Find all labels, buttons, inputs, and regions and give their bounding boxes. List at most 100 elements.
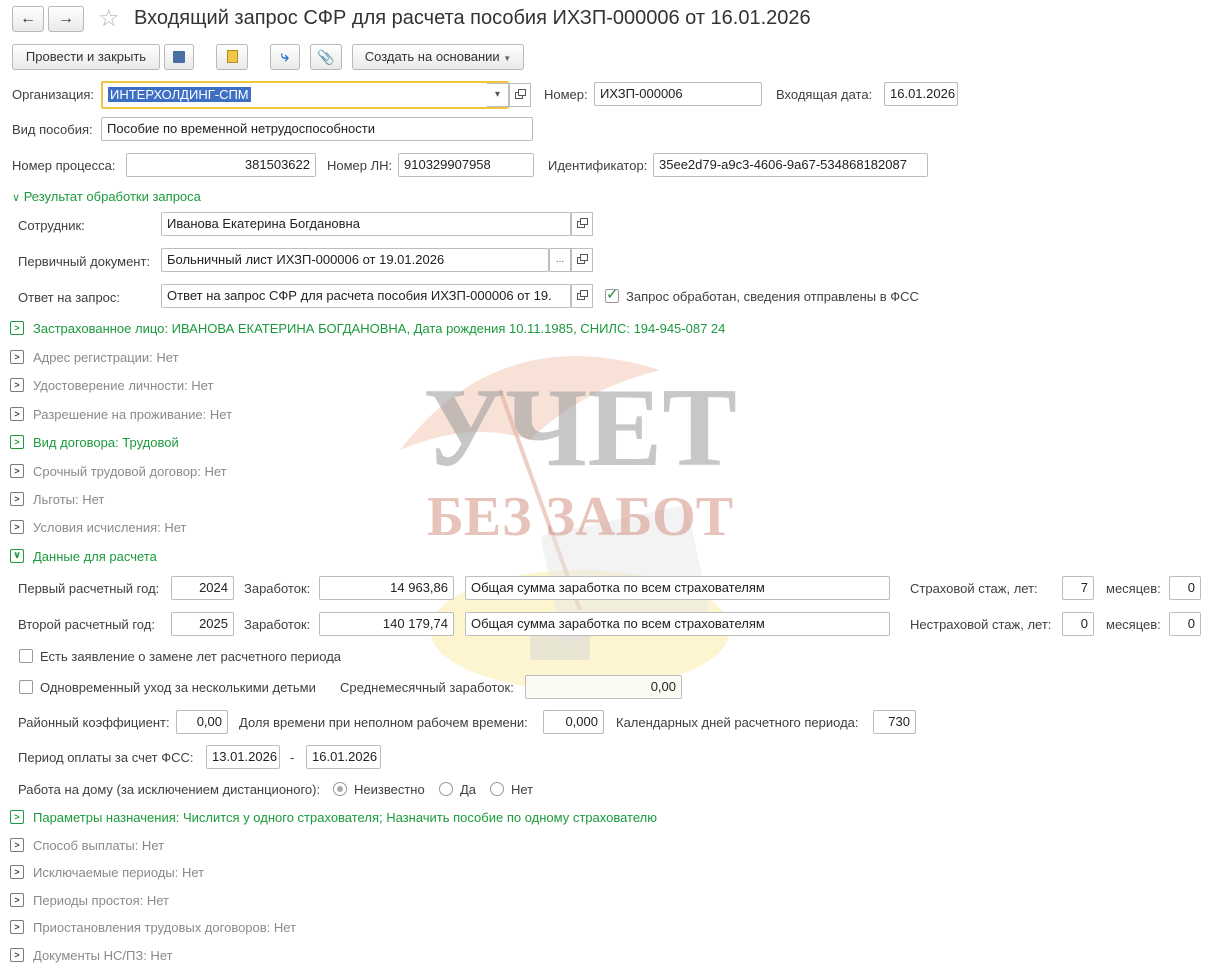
- insurance-months-field[interactable]: 0: [1169, 576, 1201, 600]
- home-work-label: Работа на дому (за исключением дистанцио…: [18, 782, 321, 797]
- params-toggle[interactable]: >: [10, 810, 24, 824]
- contract-toggle[interactable]: >: [10, 435, 24, 449]
- earnings1-desc-field[interactable]: Общая сумма заработка по всем страховате…: [465, 576, 890, 600]
- benefit-type-field[interactable]: Пособие по временной нетрудоспособности: [101, 117, 533, 141]
- non-insurance-years-label: Нестраховой стаж, лет:: [910, 617, 1052, 632]
- address-toggle[interactable]: >: [10, 350, 24, 364]
- create-based-on-button[interactable]: Создать на основании ▼: [352, 44, 524, 70]
- incoming-date-field[interactable]: 16.01.2026: [884, 82, 958, 106]
- primary-doc-select-button[interactable]: ...: [549, 248, 571, 272]
- employee-field[interactable]: Иванова Екатерина Богдановна: [161, 212, 571, 236]
- answer-field[interactable]: Ответ на запрос СФР для расчета пособия …: [161, 284, 571, 308]
- non-insurance-years-field[interactable]: 0: [1062, 612, 1094, 636]
- save-icon: [173, 51, 185, 63]
- processed-label: Запрос обработан, сведения отправлены в …: [626, 289, 919, 304]
- page-title: Входящий запрос СФР для расчета пособия …: [134, 7, 811, 29]
- fixed-term-toggle[interactable]: >: [10, 464, 24, 478]
- post-button[interactable]: [216, 44, 248, 70]
- docs-section-title[interactable]: Документы НС/ПЗ: Нет: [33, 948, 173, 964]
- document-post-icon: [226, 50, 238, 63]
- fixed-term-section-title[interactable]: Срочный трудовой договор: Нет: [33, 464, 227, 480]
- insured-toggle[interactable]: >: [10, 321, 24, 335]
- multi-child-checkbox[interactable]: [19, 680, 33, 694]
- payment-period-label: Период оплаты за счет ФСС:: [18, 750, 194, 765]
- home-unknown-label: Неизвестно: [354, 782, 425, 797]
- primary-doc-open-button[interactable]: [571, 248, 593, 272]
- calc-data-section-title[interactable]: Данные для расчета: [33, 549, 157, 565]
- avg-earnings-field[interactable]: 0,00: [525, 675, 682, 699]
- primary-doc-field[interactable]: Больничный лист ИХЗП-000006 от 19.01.202…: [161, 248, 549, 272]
- suspension-section-title[interactable]: Приостановления трудовых договоров: Нет: [33, 920, 296, 936]
- downtime-toggle[interactable]: >: [10, 893, 24, 907]
- number-field[interactable]: ИХЗП-000006: [594, 82, 762, 106]
- open-icon: [577, 218, 588, 228]
- avg-earnings-label: Среднемесячный заработок:: [340, 680, 514, 695]
- home-no-radio[interactable]: [490, 782, 504, 796]
- employee-label: Сотрудник:: [18, 218, 85, 233]
- period-to-field[interactable]: 16.01.2026: [306, 745, 381, 769]
- identity-toggle[interactable]: >: [10, 378, 24, 392]
- earnings2-desc-field[interactable]: Общая сумма заработка по всем страховате…: [465, 612, 890, 636]
- insured-section-title[interactable]: Застрахованное лицо: ИВАНОВА ЕКАТЕРИНА Б…: [33, 321, 725, 337]
- year1-field[interactable]: 2024: [171, 576, 234, 600]
- insurance-years-field[interactable]: 7: [1062, 576, 1094, 600]
- district-coef-field[interactable]: 0,00: [176, 710, 228, 734]
- residence-section-title[interactable]: Разрешение на проживание: Нет: [33, 407, 232, 423]
- payment-method-section-title[interactable]: Способ выплаты: Нет: [33, 838, 164, 854]
- open-icon: [577, 290, 588, 300]
- benefits-section-title[interactable]: Льготы: Нет: [33, 492, 104, 508]
- conditions-toggle[interactable]: >: [10, 520, 24, 534]
- number-label: Номер:: [544, 87, 588, 102]
- contract-section-title[interactable]: Вид договора: Трудовой: [33, 435, 179, 451]
- address-section-title[interactable]: Адрес регистрации: Нет: [33, 350, 179, 366]
- home-unknown-radio[interactable]: [333, 782, 347, 796]
- organization-value: ИНТЕРХОЛДИНГ-СПМ: [108, 87, 251, 102]
- earnings1-label: Заработок:: [244, 581, 311, 596]
- back-button[interactable]: ←: [12, 6, 44, 32]
- payment-method-toggle[interactable]: >: [10, 838, 24, 852]
- earnings1-field[interactable]: 14 963,86: [319, 576, 454, 600]
- benefits-toggle[interactable]: >: [10, 492, 24, 506]
- excluded-periods-toggle[interactable]: >: [10, 865, 24, 879]
- calendar-days-field[interactable]: 730: [873, 710, 916, 734]
- non-insurance-months-field[interactable]: 0: [1169, 612, 1201, 636]
- answer-open-button[interactable]: [571, 284, 593, 308]
- identity-section-title[interactable]: Удостоверение личности: Нет: [33, 378, 213, 394]
- home-no-label: Нет: [511, 782, 534, 797]
- watermark-line1: УЧЕТ: [423, 366, 737, 490]
- employee-open-button[interactable]: [571, 212, 593, 236]
- earnings2-label: Заработок:: [244, 617, 311, 632]
- ln-number-label: Номер ЛН:: [327, 158, 393, 173]
- ln-number-field[interactable]: 910329907958: [398, 153, 534, 177]
- params-section-title[interactable]: Параметры назначения: Числится у одного …: [33, 810, 657, 826]
- conditions-section-title[interactable]: Условия исчисления: Нет: [33, 520, 186, 536]
- part-time-field[interactable]: 0,000: [543, 710, 604, 734]
- downtime-section-title[interactable]: Периоды простоя: Нет: [33, 893, 169, 909]
- earnings2-field[interactable]: 140 179,74: [319, 612, 454, 636]
- organization-open-button[interactable]: [509, 83, 531, 107]
- post-and-close-button[interactable]: Провести и закрыть: [12, 44, 160, 70]
- result-section-toggle[interactable]: ∨ Результат обработки запроса: [12, 189, 201, 204]
- related-docs-button[interactable]: ⤷: [270, 44, 300, 70]
- calc-data-toggle[interactable]: ∨: [10, 549, 24, 563]
- identifier-label: Идентификатор:: [548, 158, 648, 173]
- identifier-field[interactable]: 35ee2d79-a9c3-4606-9a67-534868182087: [653, 153, 928, 177]
- attach-button[interactable]: 📎: [310, 44, 342, 70]
- organization-field[interactable]: ИНТЕРХОЛДИНГ-СПМ: [101, 81, 509, 109]
- process-number-label: Номер процесса:: [12, 158, 116, 173]
- organization-dropdown-button[interactable]: ▾: [487, 83, 509, 107]
- excluded-periods-section-title[interactable]: Исключаемые периоды: Нет: [33, 865, 204, 881]
- replace-years-checkbox[interactable]: [19, 649, 33, 663]
- suspension-toggle[interactable]: >: [10, 920, 24, 934]
- favorite-star-icon[interactable]: ☆: [98, 4, 120, 33]
- insurance-months-label: месяцев:: [1106, 581, 1161, 596]
- process-number-field[interactable]: 381503622: [126, 153, 316, 177]
- residence-toggle[interactable]: >: [10, 407, 24, 421]
- save-button[interactable]: [164, 44, 194, 70]
- docs-toggle[interactable]: >: [10, 948, 24, 962]
- year2-field[interactable]: 2025: [171, 612, 234, 636]
- period-from-field[interactable]: 13.01.2026: [206, 745, 280, 769]
- year2-label: Второй расчетный год:: [18, 617, 155, 632]
- home-yes-radio[interactable]: [439, 782, 453, 796]
- forward-button[interactable]: →: [48, 6, 84, 32]
